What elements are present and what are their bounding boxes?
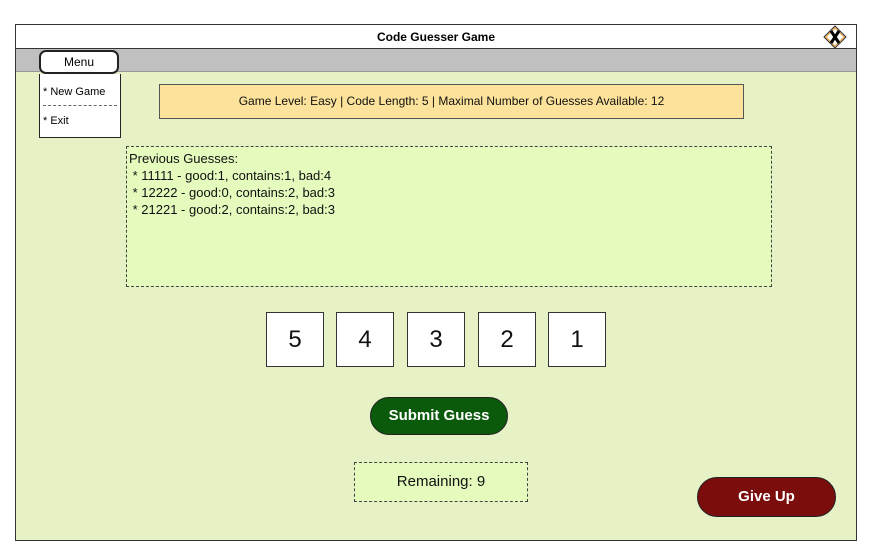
menu-separator <box>43 105 117 106</box>
game-info-banner: Game Level: Easy | Code Length: 5 | Maxi… <box>159 84 744 119</box>
menu-bar: Menu <box>16 49 856 74</box>
guess-entry: * 21221 - good:2, contains:2, bad:3 <box>129 202 335 217</box>
close-button[interactable] <box>823 25 847 49</box>
code-digit-input-5[interactable]: 1 <box>548 312 606 367</box>
submit-guess-button[interactable]: Submit Guess <box>370 397 508 435</box>
previous-guesses-panel: Previous Guesses: * 11111 - good:1, cont… <box>126 146 772 287</box>
guess-entry: * 11111 - good:1, contains:1, bad:4 <box>129 168 332 183</box>
menu-dropdown: * New Game * Exit <box>39 74 121 138</box>
previous-guesses-heading: Previous Guesses: <box>129 151 239 166</box>
close-icon <box>823 25 847 49</box>
game-window: Code Guesser Game Menu * New Game * Exit… <box>15 24 857 541</box>
menu-item-exit[interactable]: * Exit <box>43 115 69 127</box>
guess-entry: * 12222 - good:0, contains:2, bad:3 <box>129 185 335 200</box>
code-digit-input-3[interactable]: 3 <box>407 312 465 367</box>
remaining-guesses-status: Remaining: 9 <box>354 462 528 502</box>
menu-item-new-game[interactable]: * New Game <box>43 86 105 98</box>
menu-button[interactable]: Menu <box>39 50 119 74</box>
code-digit-input-1[interactable]: 5 <box>266 312 324 367</box>
window-title: Code Guesser Game <box>376 30 496 44</box>
code-digit-input-2[interactable]: 4 <box>336 312 394 367</box>
code-digit-input-4[interactable]: 2 <box>478 312 536 367</box>
title-bar: Code Guesser Game <box>16 25 856 49</box>
give-up-button[interactable]: Give Up <box>697 477 836 517</box>
